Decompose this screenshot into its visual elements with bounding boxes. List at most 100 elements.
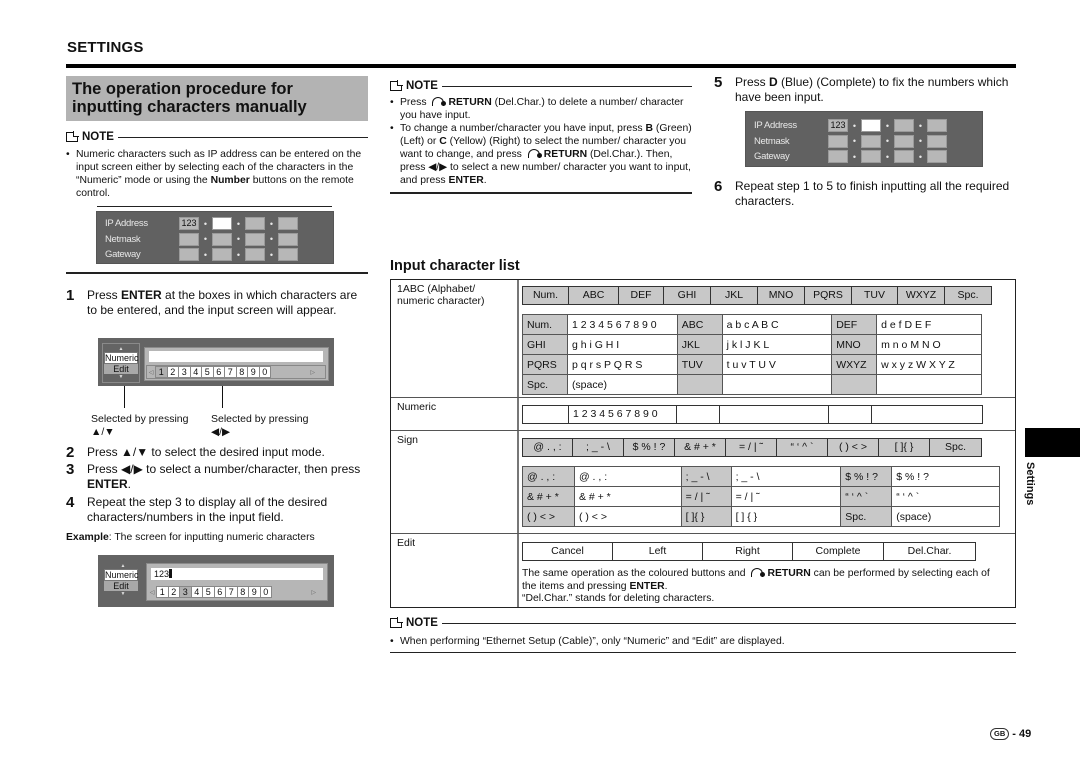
ip-octet-field[interactable]: 123 bbox=[828, 119, 848, 133]
grid-row: PQRS p q r s P Q R S TUV t u v T U V WXY… bbox=[522, 354, 982, 375]
tab-jkl[interactable]: JKL bbox=[711, 287, 758, 304]
netmask-octet-field[interactable] bbox=[212, 232, 232, 246]
tab-sign[interactable]: $ % ! ? bbox=[624, 439, 675, 456]
tab-sign[interactable]: [ ]{ } bbox=[879, 439, 930, 456]
complete-button[interactable]: Complete bbox=[793, 543, 884, 560]
tab-num[interactable]: Num. bbox=[523, 287, 569, 304]
example-digit-selector: ◁ 1 2 3 4 5 6 7 8 9 0 ▷ bbox=[148, 585, 326, 599]
mode-edit[interactable]: Edit bbox=[104, 581, 138, 591]
step-4-text: Repeat the step 3 to display all of the … bbox=[87, 495, 328, 524]
ip-settings-panel-complete: IP Address 123 • • • Netmask • • • Gatewa… bbox=[745, 111, 983, 167]
tab-tuv[interactable]: TUV bbox=[852, 287, 898, 304]
ip-label: IP Address bbox=[105, 218, 148, 230]
mode-edit[interactable]: Edit bbox=[104, 364, 138, 374]
netmask-octet-field[interactable] bbox=[927, 134, 947, 148]
grid-row: ( ) < > ( ) < > [ ]{ } [ ] { } Spc. (spa… bbox=[522, 506, 1000, 527]
netmask-octet-field[interactable] bbox=[828, 134, 848, 148]
netmask-octet-field[interactable] bbox=[245, 232, 265, 246]
netmask-octet-field[interactable] bbox=[179, 232, 199, 246]
note-2-bullet-1: Press RETURN (Del.Char.) to delete a num… bbox=[390, 96, 692, 122]
callout-line-left bbox=[124, 386, 125, 408]
netmask-octet-field[interactable] bbox=[894, 134, 914, 148]
grid-row: Num. 1 2 3 4 5 6 7 8 9 0 ABC a b c A B C… bbox=[522, 314, 982, 335]
mode-numeric[interactable]: Numeric bbox=[104, 352, 139, 364]
digit-key[interactable]: 0 bbox=[258, 366, 271, 378]
netmask-octet-field[interactable] bbox=[861, 134, 881, 148]
step-4: 4 Repeat the step 3 to display all of th… bbox=[66, 495, 368, 525]
character-table: 1ABC (Alphabet/ numeric character) Num. … bbox=[390, 279, 1016, 608]
table-row-edit: Edit Cancel Left Right Complete Del.Char… bbox=[391, 533, 1015, 607]
ip-settings-panel: IP Address 123 • • • Netmask • • • Gatewa… bbox=[96, 211, 334, 264]
ip-octet-field[interactable] bbox=[861, 119, 881, 133]
gateway-octet-field[interactable] bbox=[828, 150, 848, 164]
right-button[interactable]: Right bbox=[703, 543, 793, 560]
tab-spc[interactable]: Spc. bbox=[930, 439, 981, 456]
step-number: 4 bbox=[66, 494, 75, 511]
tab-sign[interactable]: ; _ - \ bbox=[573, 439, 624, 456]
cancel-button[interactable]: Cancel bbox=[523, 543, 613, 560]
down-arrow-icon: ▼ bbox=[118, 374, 124, 380]
netmask-octet-field[interactable] bbox=[278, 232, 298, 246]
digit-key[interactable]: 0 bbox=[259, 586, 272, 598]
tab-sign[interactable]: “ ‘ ^ ` bbox=[777, 439, 828, 456]
ip-octet-field[interactable]: 123 bbox=[179, 217, 199, 231]
tab-ghi[interactable]: GHI bbox=[664, 287, 711, 304]
ip-row-gateway: Gateway • • • bbox=[105, 247, 325, 263]
sign-char-grid: @ . , : @ . , : ; _ - \ ; _ - \ $ % ! ? … bbox=[522, 466, 1000, 527]
text-input-field[interactable] bbox=[149, 351, 323, 362]
tab-abc[interactable]: ABC bbox=[569, 287, 619, 304]
left-arrow-icon[interactable]: ◁ bbox=[147, 369, 155, 376]
page-number: GB - 49 bbox=[990, 728, 1031, 740]
right-arrow-icon[interactable]: ▷ bbox=[311, 589, 316, 596]
side-tab-label: Settings bbox=[1024, 462, 1036, 506]
return-icon bbox=[527, 148, 542, 158]
step-5-text: Press D (Blue) (Complete) to fix the num… bbox=[735, 75, 1009, 104]
gateway-octet-field[interactable] bbox=[245, 248, 265, 262]
tab-sign[interactable]: & # + * bbox=[675, 439, 726, 456]
gateway-octet-field[interactable] bbox=[212, 248, 232, 262]
alpha-mode-tabs: Num. ABC DEF GHI JKL MNO PQRS TUV WXYZ S… bbox=[522, 286, 992, 305]
ip-octet-field[interactable] bbox=[278, 217, 298, 231]
ip-octet-field[interactable] bbox=[927, 119, 947, 133]
del-char-button[interactable]: Del.Char. bbox=[884, 543, 975, 560]
tab-pqrs[interactable]: PQRS bbox=[805, 287, 852, 304]
tab-mno[interactable]: MNO bbox=[758, 287, 805, 304]
tab-spc[interactable]: Spc. bbox=[945, 287, 991, 304]
return-icon bbox=[750, 567, 766, 577]
ip-row-gateway: Gateway • • • bbox=[754, 149, 974, 165]
numeric-value[interactable]: 1 2 3 4 5 6 7 8 9 0 bbox=[569, 406, 677, 423]
row-label-sign: Sign bbox=[397, 434, 419, 446]
gateway-octet-field[interactable] bbox=[861, 150, 881, 164]
tab-sign[interactable]: = / | ˜ bbox=[726, 439, 777, 456]
gateway-octet-field[interactable] bbox=[894, 150, 914, 164]
ip-row-netmask: Netmask • • • bbox=[754, 134, 974, 150]
tab-wxyz[interactable]: WXYZ bbox=[898, 287, 945, 304]
mode-selector[interactable]: ▲ Numeric Edit ▼ bbox=[102, 343, 140, 383]
callout-line-right bbox=[222, 386, 223, 408]
mode-numeric[interactable]: Numeric bbox=[104, 569, 139, 581]
left-button[interactable]: Left bbox=[613, 543, 703, 560]
step-6: 6 Repeat step 1 to 5 to finish inputting… bbox=[714, 179, 1016, 209]
table-row-numeric: Numeric 1 2 3 4 5 6 7 8 9 0 bbox=[391, 397, 1015, 430]
ip-octet-field[interactable] bbox=[245, 217, 265, 231]
right-arrow-icon[interactable]: ▷ bbox=[310, 369, 315, 376]
procedure-heading-line1: The operation procedure for bbox=[72, 80, 293, 98]
tab-sign[interactable]: ( ) < > bbox=[828, 439, 879, 456]
gateway-octet-field[interactable] bbox=[179, 248, 199, 262]
left-arrow-icon[interactable]: ◁ bbox=[148, 589, 156, 596]
ip-octet-field[interactable] bbox=[894, 119, 914, 133]
gateway-octet-field[interactable] bbox=[927, 150, 947, 164]
tab-def[interactable]: DEF bbox=[619, 287, 664, 304]
ip-octet-field[interactable] bbox=[212, 217, 232, 231]
note-1-rule bbox=[117, 136, 368, 138]
note-3-bullet: When performing “Ethernet Setup (Cable)”… bbox=[390, 635, 1016, 648]
example-mode-selector[interactable]: ▲ Numeric Edit ▼ bbox=[104, 563, 142, 603]
tab-sign[interactable]: @ . , : bbox=[523, 439, 573, 456]
gateway-octet-field[interactable] bbox=[278, 248, 298, 262]
netmask-label: Netmask bbox=[754, 135, 790, 147]
step-number: 3 bbox=[66, 461, 75, 478]
example-text-input[interactable]: 123 bbox=[151, 568, 323, 580]
step-3-text: Press ◀/▶ to select a number/character, … bbox=[87, 462, 361, 491]
grid-row: & # + * & # + * = / | ˜ = / | ˜ “ ‘ ^ ` … bbox=[522, 486, 1000, 507]
row-label-edit: Edit bbox=[397, 537, 416, 549]
